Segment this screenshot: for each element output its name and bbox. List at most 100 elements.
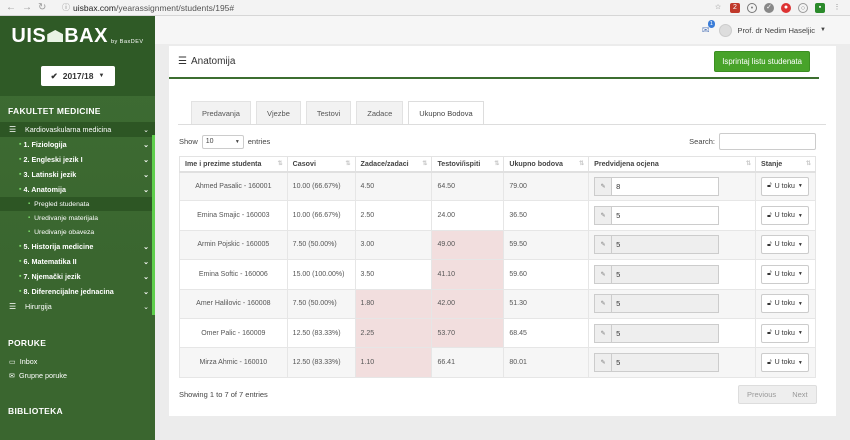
entries-select[interactable]: 10 ▼ xyxy=(201,134,244,149)
reload-icon[interactable]: ↻ xyxy=(38,2,46,13)
sidebar-item-label: 2. Engleski jezik I xyxy=(23,155,83,164)
cell-ocjena: ✎ 5 xyxy=(588,200,756,231)
caret-down-icon: ▼ xyxy=(797,241,803,248)
star-icon[interactable]: ☆ xyxy=(713,3,723,13)
grade-input-group: ✎ 8 xyxy=(594,176,750,196)
status-dropdown-button[interactable]: 🔓︎ U toku ▼ xyxy=(760,294,809,314)
year-selector-button[interactable]: ✔ 2017/18 ▼ xyxy=(40,66,115,86)
status-label: U toku xyxy=(774,241,795,249)
grade-input[interactable]: 5 xyxy=(611,353,720,373)
header-label: Testovi/ispiti xyxy=(437,159,481,168)
extension-green-icon[interactable]: ▪ xyxy=(815,2,825,13)
header-ocjena[interactable]: Predvidjena ocjena ⇅ xyxy=(588,156,756,173)
sidebar-item-anatomija[interactable]: ▪ 4. Anatomija ⌄ xyxy=(0,182,155,197)
chevron-down-icon: ⌄ xyxy=(143,243,149,251)
sidebar-item-label: 8. Diferencijalne jednacina xyxy=(23,287,114,296)
bullet-icon: ▪ xyxy=(19,243,22,250)
tab-testovi[interactable]: Testovi xyxy=(305,101,352,124)
browser-nav: ← → ↻ xyxy=(0,2,62,13)
caret-down-icon: ▼ xyxy=(797,212,803,219)
sidebar-item-latinski[interactable]: ▪ 3. Latinski jezik ⌄ xyxy=(0,167,155,182)
table-row: Amer Halilovic - 160008 7.50 (50.00%) 1.… xyxy=(179,288,817,319)
cell-stanje: 🔓︎ U toku ▼ xyxy=(754,259,817,290)
status-dropdown-button[interactable]: 🔓︎ U toku ▼ xyxy=(760,264,809,284)
menu-icon[interactable]: ⋮ xyxy=(832,3,842,13)
grupne-poruke-link[interactable]: ✉ Grupne poruke xyxy=(0,368,155,382)
header-label: Stanje xyxy=(760,159,783,168)
sidebar-item-njemacki[interactable]: ▪ 7. Njemački jezik ⌄ xyxy=(0,269,155,284)
sidebar-item-diferencijalne[interactable]: ▪ 8. Diferencijalne jednacina ⌄ xyxy=(0,284,155,299)
status-dropdown-button[interactable]: 🔓︎ U toku ▼ xyxy=(760,323,809,343)
cell-ocjena: ✎ 5 xyxy=(588,347,756,378)
tab-zadace[interactable]: Zadace xyxy=(356,101,404,124)
table-row: Ahmed Pasalic - 160001 10.00 (66.67%) 4.… xyxy=(179,170,817,202)
info-icon[interactable]: ⓘ xyxy=(62,2,70,13)
faculty-title: FAKULTET MEDICINE xyxy=(8,106,101,116)
sidebar-item-pregled-studenata[interactable]: ▪ Pregled studenata xyxy=(0,197,155,211)
year-selector-wrap: ✔ 2017/18 ▼ xyxy=(0,56,155,96)
back-arrow-icon[interactable]: ← xyxy=(6,2,16,13)
sidebar-item-hirurgija[interactable]: ☰ Hirurgija ⌄ xyxy=(0,299,155,314)
header-casovi[interactable]: Casovi ⇅ xyxy=(286,156,356,173)
header-ukupno[interactable]: Ukupno bodova ⇅ xyxy=(503,156,590,173)
grade-input[interactable]: 5 xyxy=(611,235,720,255)
cell-ukupno: 79.00 xyxy=(503,170,590,202)
sidebar-item-historija[interactable]: ▪ 5. Historija medicine ⌄ xyxy=(0,239,155,254)
sidebar-item-uredivanje-materijala[interactable]: ▪ Uredivanje materijala xyxy=(0,211,155,225)
sidebar-item-uredivanje-obaveza[interactable]: ▪ Uredivanje obaveza xyxy=(0,225,155,239)
sort-icon: ⇅ xyxy=(422,161,428,167)
extension-red-icon[interactable]: ● xyxy=(781,2,791,13)
tab-ukupno-bodova[interactable]: Ukupno Bodova xyxy=(408,101,484,124)
logo[interactable]: UIS BAX by BaxDEV xyxy=(11,25,143,48)
panel-header: ☰ Anatomija Isprintaj listu studenata xyxy=(169,46,819,79)
sidebar-item-fiziologija[interactable]: ▪ 1. Fiziologija ⌄ xyxy=(0,137,155,152)
mail-notification[interactable]: ✉ 1 xyxy=(702,19,715,36)
header-name[interactable]: Ime i prezime studenta ⇅ xyxy=(179,156,288,173)
hamburger-icon: ☰ xyxy=(178,56,187,67)
grade-input[interactable]: 5 xyxy=(611,323,720,343)
cell-casovi: 10.00 (66.67%) xyxy=(286,200,356,231)
mail-badge: 1 xyxy=(707,19,715,28)
header-zadace[interactable]: Zadace/zadaci ⇅ xyxy=(354,156,433,173)
print-list-button[interactable]: Isprintaj listu studenata xyxy=(714,51,810,72)
sidebar-item-engleski[interactable]: ▪ 2. Engleski jezik I ⌄ xyxy=(0,152,155,167)
header-testovi[interactable]: Testovi/ispiti ⇅ xyxy=(431,156,505,173)
extension-ring-icon[interactable]: ○ xyxy=(798,2,808,13)
previous-button[interactable]: Previous xyxy=(739,386,784,403)
grade-input[interactable]: 5 xyxy=(611,294,720,314)
inbox-link[interactable]: ▭ Inbox xyxy=(0,354,155,368)
sidebar-item-label: 4. Anatomija xyxy=(23,185,66,194)
status-dropdown-button[interactable]: 🔓︎ U toku ▼ xyxy=(760,353,809,373)
sidebar-item-matematika[interactable]: ▪ 6. Matematika II ⌄ xyxy=(0,254,155,269)
address-bar[interactable]: uisbax.com/yearassignment/students/195# xyxy=(73,3,713,13)
chevron-down-icon: ⌄ xyxy=(143,156,149,164)
grade-input[interactable]: 8 xyxy=(611,176,720,196)
tab-predavanja[interactable]: Predavanja xyxy=(191,101,251,124)
grade-input[interactable]: 5 xyxy=(611,264,720,284)
tab-vjezbe[interactable]: Vjezbe xyxy=(255,101,301,124)
sidebar-item-label: Hirurgija xyxy=(25,302,52,311)
cell-testovi: 64.50 xyxy=(431,170,505,202)
status-dropdown-button[interactable]: 🔓︎ U toku ▼ xyxy=(760,235,809,255)
extension-circle-icon[interactable]: • xyxy=(747,2,757,13)
forward-arrow-icon[interactable]: → xyxy=(22,2,32,13)
sort-icon: ⇅ xyxy=(494,161,500,167)
status-dropdown-button[interactable]: 🔓︎ U toku ▼ xyxy=(760,206,809,226)
unlock-icon: 🔓︎ xyxy=(767,358,772,366)
extension-badge-icon[interactable]: 2 xyxy=(730,2,740,13)
search-input[interactable] xyxy=(719,133,816,150)
chevron-down-icon: ⌄ xyxy=(143,273,149,281)
sidebar-item-kardiovaskularna[interactable]: ☰ Kardiovaskularna medicina ⌄ xyxy=(0,122,155,137)
table-row: Emina Softic - 160006 15.00 (100.00%) 3.… xyxy=(179,259,817,290)
user-menu[interactable]: Prof. dr Nedim Haseljic ▼ xyxy=(719,23,826,37)
bullet-icon: ▪ xyxy=(19,156,22,163)
cell-ocjena: ✎ 5 xyxy=(588,317,756,349)
sidebar-item-label: Uredivanje obaveza xyxy=(34,228,95,236)
extension-bolt-icon[interactable]: ✓ xyxy=(764,2,774,13)
header-label: Ukupno bodova xyxy=(509,159,563,168)
next-button[interactable]: Next xyxy=(784,386,815,403)
status-dropdown-button[interactable]: 🔓︎ U toku ▼ xyxy=(760,176,809,196)
header-stanje[interactable]: Stanje ⇅ xyxy=(754,156,817,173)
chevron-down-icon: ⌄ xyxy=(143,303,149,311)
grade-input[interactable]: 5 xyxy=(611,206,720,226)
